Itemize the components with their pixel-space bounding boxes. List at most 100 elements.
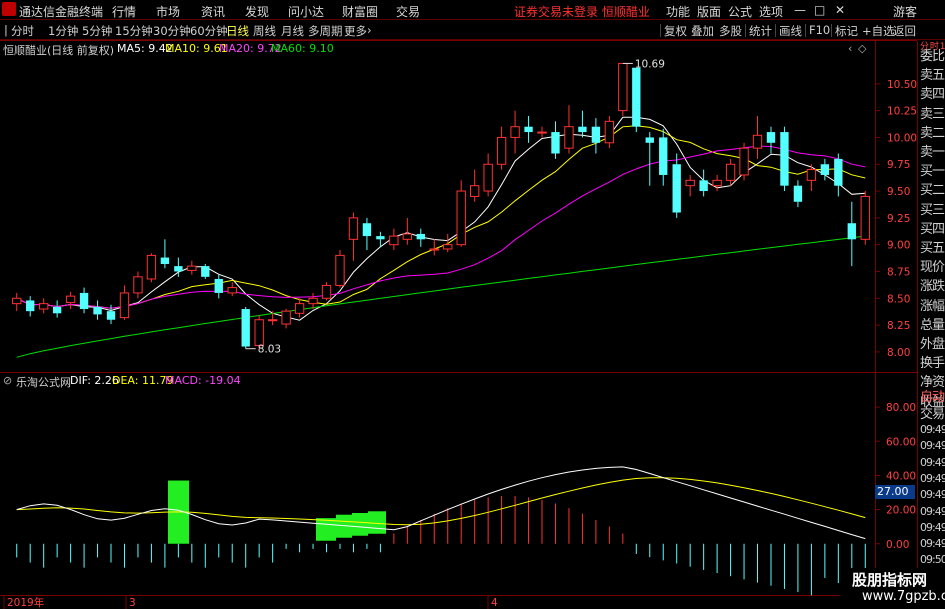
- price-tick-label: 9.50: [887, 186, 910, 198]
- price-tick-label: 8.50: [887, 293, 910, 305]
- panel-item: 委比: [920, 49, 945, 64]
- kline-header: 恒顺醋业(日线 前复权) MA5: 9.42 MA10: 9.61 MA20: …: [0, 41, 875, 57]
- panel-item: 总量: [920, 317, 945, 333]
- ma60-line: [16, 235, 866, 358]
- dea-line: [16, 477, 866, 526]
- panel-item: 换手: [920, 356, 945, 372]
- price-tick-label: 9.00: [887, 240, 910, 252]
- candle-body-up: [38, 303, 49, 310]
- macd-tick-label: 80.00: [886, 402, 916, 414]
- ma10-line: [16, 125, 866, 309]
- panel-item[interactable]: 交易: [920, 403, 945, 422]
- low-price-label: 8.03: [258, 344, 281, 356]
- macd-label: MACD: -19.04: [165, 374, 241, 387]
- candle-body-down: [820, 164, 830, 175]
- trade-time: 09:49: [920, 423, 945, 436]
- candle-body-up: [12, 297, 22, 305]
- panel-item: 现价: [920, 260, 945, 276]
- candle-body-down: [201, 266, 210, 277]
- candle-body-down: [362, 223, 372, 237]
- ma20-line: [16, 145, 866, 309]
- candle-body-up: [429, 248, 439, 251]
- trade-time: 09:49: [920, 537, 945, 551]
- candle-body-down: [214, 278, 223, 293]
- site-watermark: 股朋指标网 www.7gpzb.com: [840, 568, 945, 609]
- watermark-title: 股朋指标网: [852, 571, 928, 589]
- candle-body-up: [496, 136, 507, 165]
- price-tick-label: 9.25: [887, 213, 910, 225]
- price-tick-label: 10.25: [887, 106, 917, 118]
- time-label: 3: [129, 597, 136, 609]
- candle-body-down: [106, 311, 116, 320]
- trade-time: 09:49: [920, 504, 945, 518]
- formula-icon[interactable]: ⊘: [3, 374, 12, 387]
- panel-item: 买一: [920, 164, 945, 180]
- candle-body-down: [26, 300, 35, 312]
- candle-body-down: [52, 306, 62, 314]
- watermark-url: www.7gpzb.com: [862, 589, 945, 604]
- candle-body-down: [524, 126, 533, 133]
- macd-tick-label: 0.00: [886, 539, 909, 551]
- candle-body-up: [65, 295, 76, 304]
- candle-body-up: [402, 233, 413, 240]
- candle-body-up: [227, 287, 237, 294]
- signal-block: [352, 513, 368, 536]
- candle-body-down: [793, 185, 803, 202]
- candle-body-down: [93, 306, 102, 315]
- chevron-left-icon[interactable]: ‹: [848, 42, 852, 55]
- macd-tick-label: 60.00: [886, 436, 916, 448]
- candle-body-down: [591, 126, 601, 143]
- candle-body-up: [267, 319, 278, 322]
- candle-body-down: [376, 236, 385, 240]
- dif-line: [16, 466, 866, 540]
- candle-body-down: [241, 309, 250, 347]
- candle-body-down: [416, 233, 425, 240]
- candle-body-up: [564, 126, 574, 149]
- trade-time: 09:49: [920, 471, 945, 485]
- candle-body-up: [456, 190, 466, 246]
- trade-time: 09:50: [920, 553, 945, 567]
- trade-time: 09:49: [920, 439, 945, 453]
- candle-body-up: [335, 254, 345, 286]
- candle-body-down: [659, 137, 668, 175]
- quote-panel: 分 时 1000委比卖五卖四卖三卖二卖一买一买二买三买四买五现价涨跌涨幅总量外盘…: [917, 41, 945, 609]
- candle-body-up: [443, 244, 453, 250]
- candle-body-down: [578, 126, 587, 133]
- candle-body-up: [254, 319, 264, 346]
- candle-body-up: [725, 163, 736, 181]
- candle-body-up: [187, 265, 197, 271]
- candle-body-up: [469, 185, 480, 197]
- macd-tick-label: 40.00: [886, 470, 916, 482]
- candle-body-up: [604, 120, 615, 144]
- candle-body-up: [752, 134, 763, 149]
- stock-title: 恒顺醋业(日线 前复权): [3, 44, 115, 57]
- time-label: 2019年: [7, 596, 44, 609]
- macd-tick-label: 20.00: [886, 505, 916, 517]
- candle-body-down: [766, 132, 776, 143]
- candle-body-up: [348, 217, 359, 240]
- candle-body-down: [699, 180, 708, 192]
- price-tick-label: 8.25: [887, 320, 910, 332]
- formula-name[interactable]: 乐淘公式网: [16, 374, 71, 390]
- price-tick-label: 8.00: [887, 347, 910, 359]
- panel-item: 买三: [920, 202, 945, 218]
- settings-icon[interactable]: ◇: [858, 42, 866, 55]
- candle-body-up: [119, 292, 130, 319]
- panel-item: 买二: [920, 183, 945, 199]
- time-label: 4: [491, 597, 498, 609]
- trade-time: 09:49: [920, 520, 945, 534]
- price-tick-label: 8.75: [887, 266, 910, 278]
- candle-body-up: [321, 284, 332, 299]
- candle-body-up: [389, 235, 399, 246]
- panel-item: 卖二: [920, 125, 945, 141]
- candle-body-up: [294, 303, 305, 314]
- panel-item: 买五: [920, 241, 945, 256]
- panel-item: 外盘: [920, 337, 945, 352]
- candle-body-up: [281, 310, 291, 325]
- candle-body-down: [672, 164, 681, 213]
- ma60-label: MA60: 9.10: [271, 42, 334, 55]
- panel-item: 涨幅: [920, 298, 945, 314]
- stock-chart[interactable]: 10.50 10.25 10.00 9.75 9.50 9.25 9.00 8.75 8.50 8…: [0, 0, 945, 609]
- candle-body-up: [308, 297, 318, 305]
- signal-block: [316, 518, 336, 541]
